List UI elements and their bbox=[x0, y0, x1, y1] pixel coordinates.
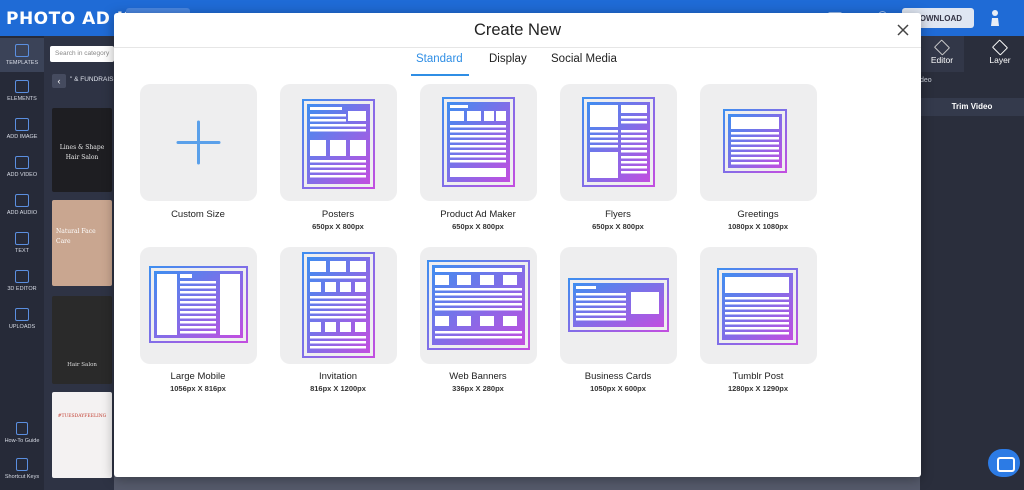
card-label: Tumblr Post bbox=[732, 371, 784, 382]
sidebar-item-add-image[interactable]: ADD IMAGE bbox=[0, 118, 44, 140]
modal-tabs: Standard Display Social Media bbox=[114, 53, 921, 76]
template-card-custom-size[interactable] bbox=[140, 84, 257, 201]
sidebar-item-label: TEXT bbox=[14, 248, 30, 254]
template-thumbnail[interactable]: Lines & Shape Hair Salon bbox=[52, 108, 112, 192]
template-thumbnail[interactable]: Natural Face Care bbox=[52, 200, 112, 286]
sidebar-item-add-audio[interactable]: ADD AUDIO bbox=[0, 194, 44, 216]
sidebar-item-label: ADD VIDEO bbox=[6, 172, 38, 178]
card-label: Large Mobile bbox=[170, 371, 226, 382]
card-label: Invitation bbox=[318, 371, 358, 382]
template-card-posters[interactable] bbox=[280, 84, 397, 201]
sidebar-item-label: How-To Guide bbox=[4, 438, 40, 444]
flyer-icon bbox=[582, 97, 655, 187]
create-new-modal: Create New Standard Display Social Media… bbox=[114, 13, 921, 477]
web-banner-icon bbox=[427, 260, 530, 350]
greeting-icon bbox=[723, 109, 787, 173]
cube-icon bbox=[15, 270, 29, 283]
sidebar-item-label: TEMPLATES bbox=[5, 60, 39, 66]
card-dimensions: 650px X 800px bbox=[312, 222, 364, 231]
modal-divider bbox=[114, 47, 921, 48]
sidebar-item-uploads[interactable]: UPLOADS bbox=[0, 308, 44, 330]
text-icon bbox=[15, 232, 29, 245]
sidebar-item-shortcut-keys[interactable]: Shortcut Keys bbox=[0, 458, 44, 480]
card-dimensions: 650px X 800px bbox=[452, 222, 504, 231]
editor-icon bbox=[933, 39, 951, 56]
invitation-icon bbox=[302, 252, 375, 358]
template-thumbnail[interactable]: #TUESDAYFEELING bbox=[52, 392, 112, 478]
sidebar-item-3d-editor[interactable]: 3D EDITOR bbox=[0, 270, 44, 292]
template-card-flyers[interactable] bbox=[560, 84, 677, 201]
plus-icon bbox=[176, 120, 221, 165]
card-label: Custom Size bbox=[171, 209, 225, 220]
help-icon bbox=[16, 422, 28, 435]
template-card-web-banners[interactable] bbox=[420, 247, 537, 364]
elements-icon bbox=[15, 80, 29, 93]
card-dimensions: 336px X 280px bbox=[452, 384, 504, 393]
large-mobile-icon bbox=[149, 266, 248, 343]
card-label: Product Ad Maker bbox=[440, 209, 516, 220]
tab-standard[interactable]: Standard bbox=[416, 53, 463, 65]
card-dimensions: 1050px X 600px bbox=[590, 384, 646, 393]
sidebar-item-label: UPLOADS bbox=[8, 324, 36, 330]
card-dimensions: 1056px X 816px bbox=[170, 384, 226, 393]
template-card-tumblr-post[interactable] bbox=[700, 247, 817, 364]
sidebar-item-templates[interactable]: TEMPLATES bbox=[0, 38, 44, 72]
card-label: Flyers bbox=[605, 209, 631, 220]
back-button[interactable]: ‹ bbox=[52, 74, 66, 88]
breadcrumb: " & FUNDRAIS bbox=[70, 76, 114, 83]
sidebar-item-text[interactable]: TEXT bbox=[0, 232, 44, 254]
video-section-label: deo bbox=[920, 77, 932, 84]
keyboard-icon bbox=[16, 458, 28, 471]
templates-icon bbox=[15, 44, 29, 57]
card-label: Posters bbox=[321, 209, 355, 220]
tab-editor[interactable]: Editor bbox=[920, 36, 964, 72]
template-card-product-ad-maker[interactable] bbox=[420, 84, 537, 201]
template-card-business-cards[interactable] bbox=[560, 247, 677, 364]
sidebar-item-elements[interactable]: ELEMENTS bbox=[0, 80, 44, 102]
chat-button[interactable] bbox=[988, 449, 1020, 477]
card-dimensions: 1280px X 1290px bbox=[727, 384, 789, 393]
trim-video-button[interactable]: Trim Video bbox=[920, 98, 1024, 116]
sidebar-item-label: 3D EDITOR bbox=[7, 286, 37, 292]
sidebar-item-how-to-guide[interactable]: How-To Guide bbox=[0, 422, 44, 444]
active-tab-indicator bbox=[411, 74, 469, 76]
tab-display[interactable]: Display bbox=[489, 53, 527, 65]
card-dimensions: 816px X 1200px bbox=[310, 384, 366, 393]
image-icon bbox=[15, 118, 29, 131]
sidebar-item-label: ADD IMAGE bbox=[6, 134, 38, 140]
poster-icon bbox=[302, 99, 375, 189]
template-thumbnail[interactable]: Hair Salon bbox=[52, 296, 112, 384]
layers-icon bbox=[991, 39, 1009, 56]
card-label: Business Cards bbox=[584, 371, 652, 382]
tumblr-post-icon bbox=[717, 268, 798, 345]
card-label: Greetings bbox=[737, 209, 779, 220]
video-icon bbox=[15, 156, 29, 169]
template-card-large-mobile[interactable] bbox=[140, 247, 257, 364]
close-icon[interactable] bbox=[896, 23, 910, 37]
tab-social-media[interactable]: Social Media bbox=[551, 53, 617, 65]
modal-title: Create New bbox=[473, 21, 562, 39]
profile-icon[interactable] bbox=[988, 9, 1002, 27]
sidebar-item-label: ELEMENTS bbox=[7, 96, 37, 102]
sidebar-item-add-video[interactable]: ADD VIDEO bbox=[0, 156, 44, 178]
template-card-invitation[interactable] bbox=[280, 247, 397, 364]
sidebar-item-label: Shortcut Keys bbox=[4, 474, 40, 480]
audio-icon bbox=[15, 194, 29, 207]
card-label: Web Banners bbox=[449, 371, 507, 382]
card-dimensions: 650px X 800px bbox=[592, 222, 644, 231]
tab-layer[interactable]: Layer bbox=[976, 36, 1024, 72]
sidebar-item-label: ADD AUDIO bbox=[6, 210, 38, 216]
business-card-icon bbox=[568, 278, 669, 332]
template-card-greetings[interactable] bbox=[700, 84, 817, 201]
upload-icon bbox=[15, 308, 29, 321]
card-dimensions: 1080px X 1080px bbox=[727, 222, 789, 231]
product-ad-icon bbox=[442, 97, 515, 187]
category-search-input[interactable]: Search in category bbox=[50, 46, 114, 62]
